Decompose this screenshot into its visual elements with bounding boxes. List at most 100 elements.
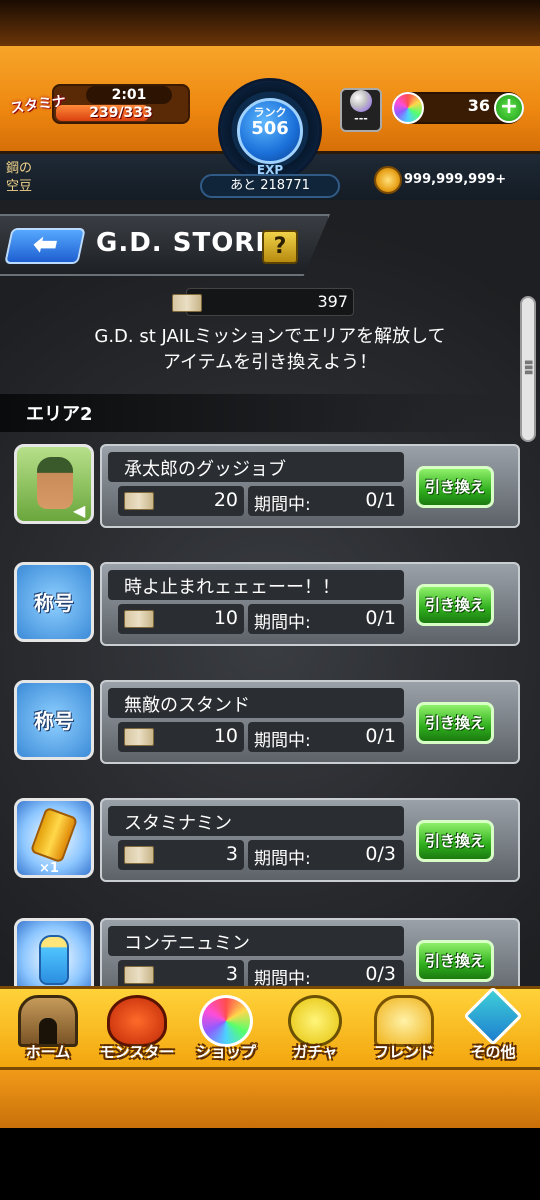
item-name-box: コンテニュミン xyxy=(108,926,404,956)
rainbow-orb-icon xyxy=(392,92,424,124)
period-limit: 0/1 xyxy=(365,489,396,511)
back-button[interactable]: ⬅ xyxy=(4,227,86,264)
count-badge: ×1 xyxy=(39,861,59,876)
item-name: 無敵のスタンド xyxy=(124,695,250,716)
exchange-button[interactable]: 引き換え xyxy=(416,820,494,862)
store-description: G.D. st JAILミッションでエリアを解放して アイテムを引き換えよう！ xyxy=(20,324,520,376)
title-badge-icon[interactable]: 称号 xyxy=(14,562,94,642)
other-menu-icon xyxy=(463,986,523,1046)
exchange-button[interactable]: 引き換え xyxy=(416,702,494,744)
nav-gacha-label: ガチャ xyxy=(292,1043,338,1061)
period-label: 期間中: xyxy=(254,731,311,751)
status-header: スタミナ 2:01 239/333 ランク 506 EXP あと 218771 … xyxy=(0,0,540,200)
cost-box: 3 xyxy=(118,960,244,988)
ticket-total: 397 xyxy=(317,292,348,311)
period-box: 期間中: 0/1 xyxy=(248,604,404,634)
character-face-icon xyxy=(37,457,73,509)
user-name: 鋼の 空豆 xyxy=(6,160,32,196)
cost-value: 20 xyxy=(213,489,238,511)
continue-potion-icon[interactable] xyxy=(14,918,94,988)
potion-bottle-icon xyxy=(39,935,69,985)
gacha-egg-icon xyxy=(288,995,342,1047)
coin-icon xyxy=(374,166,402,194)
section-label: エリア2 xyxy=(26,404,93,425)
cost-value: 10 xyxy=(213,607,238,629)
period-limit: 0/1 xyxy=(365,725,396,747)
period-limit: 0/3 xyxy=(365,843,396,865)
scroll-grip-icon: ▬ ▬ ▬ xyxy=(524,357,534,378)
nav-friend-label: フレンド xyxy=(373,1043,434,1061)
nav-shop[interactable]: ショップ xyxy=(182,989,270,1067)
friend-icon xyxy=(374,995,434,1047)
title-badge-icon[interactable]: 称号 xyxy=(14,680,94,760)
cost-box: 3 xyxy=(118,840,244,870)
cost-value: 10 xyxy=(213,725,238,747)
item-name: コンテニュミン xyxy=(124,933,250,954)
bottom-nav: ホーム モンスター ショップ ガチャ フレンド その他 xyxy=(0,986,540,1070)
item-name-box: 無敵のスタンド xyxy=(108,688,404,718)
ticket-icon xyxy=(124,846,154,864)
exp-remaining: あと 218771 xyxy=(200,174,340,198)
nav-home[interactable]: ホーム xyxy=(4,989,92,1067)
item-details: 承太郎のグッジョブ 20 期間中: 0/1 xyxy=(108,452,408,520)
stamina-timer: 2:01 xyxy=(86,86,172,104)
exchange-button[interactable]: 引き換え xyxy=(416,466,494,508)
cost-box: 10 xyxy=(118,604,244,634)
nav-gacha[interactable]: ガチャ xyxy=(271,989,359,1067)
ticket-icon xyxy=(124,966,154,984)
period-limit: 0/1 xyxy=(365,607,396,629)
list-item: コンテニュミン 3 期間中: 0/3 引き換え xyxy=(0,918,540,988)
period-label: 期間中: xyxy=(254,969,311,988)
system-nav-area xyxy=(0,1128,540,1200)
help-button[interactable]: ? xyxy=(262,230,298,264)
item-slot-text: --- xyxy=(354,112,368,125)
description-line-1: G.D. st JAILミッションでエリアを解放して xyxy=(94,326,446,347)
period-label: 期間中: xyxy=(254,495,311,515)
item-details: 無敵のスタンド 10 期間中: 0/1 xyxy=(108,688,408,756)
nav-home-label: ホーム xyxy=(25,1043,71,1061)
cost-value: 3 xyxy=(225,843,238,865)
cost-value: 3 xyxy=(225,963,238,985)
nav-monster[interactable]: モンスター xyxy=(93,989,181,1067)
list-item: ◀ 承太郎のグッジョブ 20 期間中: 0/1 引き換え xyxy=(0,444,540,548)
character-portrait-icon[interactable]: ◀ xyxy=(14,444,94,524)
cost-box: 20 xyxy=(118,486,244,516)
period-box: 期間中: 0/1 xyxy=(248,486,404,516)
period-label: 期間中: xyxy=(254,613,311,633)
nav-monster-label: モンスター xyxy=(99,1043,175,1061)
period-box: 期間中: 0/3 xyxy=(248,840,404,870)
shop-orb-icon xyxy=(199,995,253,1047)
list-item: ×1 スタミナミン 3 期間中: 0/3 引き換え xyxy=(0,798,540,902)
ticket-icon xyxy=(124,610,154,628)
orb-count: 36 xyxy=(467,96,490,115)
period-label: 期間中: xyxy=(254,849,311,869)
exchange-button[interactable]: 引き換え xyxy=(416,584,494,626)
period-box: 期間中: 0/3 xyxy=(248,960,404,988)
ticket-icon xyxy=(172,294,202,312)
title-badge-text: 称号 xyxy=(34,591,74,615)
monster-icon xyxy=(107,995,167,1047)
ticket-icon xyxy=(124,728,154,746)
item-name: スタミナミン xyxy=(124,813,232,834)
stamina-value: 239/333 xyxy=(89,105,153,121)
add-orb-button[interactable]: + xyxy=(494,93,524,123)
item-name-box: 時よ止まれェェェーー！！ xyxy=(108,570,404,600)
item-name: 時よ止まれェェェーー！！ xyxy=(124,577,340,598)
stamina-can-icon[interactable]: ×1 xyxy=(14,798,94,878)
item-orb-icon xyxy=(350,90,372,112)
item-name-box: 承太郎のグッジョブ xyxy=(108,452,404,482)
nav-other[interactable]: その他 xyxy=(449,986,537,1067)
user-nickname: 空豆 xyxy=(6,179,33,194)
description-line-2: アイテムを引き換えよう！ xyxy=(162,352,378,373)
item-details: 時よ止まれェェェーー！！ 10 期間中: 0/1 xyxy=(108,570,408,638)
ticket-summary: 397 xyxy=(172,288,354,318)
header-top-strip xyxy=(0,0,540,46)
title-badge-text: 称号 xyxy=(34,709,74,733)
nav-shop-label: ショップ xyxy=(195,1043,256,1061)
nav-friend[interactable]: フレンド xyxy=(360,989,448,1067)
period-limit: 0/3 xyxy=(365,963,396,985)
store-content: ⬅ G.D. STORE ? 397 G.D. st JAILミッションでエリア… xyxy=(0,200,540,990)
exchange-button[interactable]: 引き換え xyxy=(416,940,494,982)
item-details: スタミナミン 3 期間中: 0/3 xyxy=(108,806,408,874)
coin-value: 999,999,999+ xyxy=(404,172,507,187)
